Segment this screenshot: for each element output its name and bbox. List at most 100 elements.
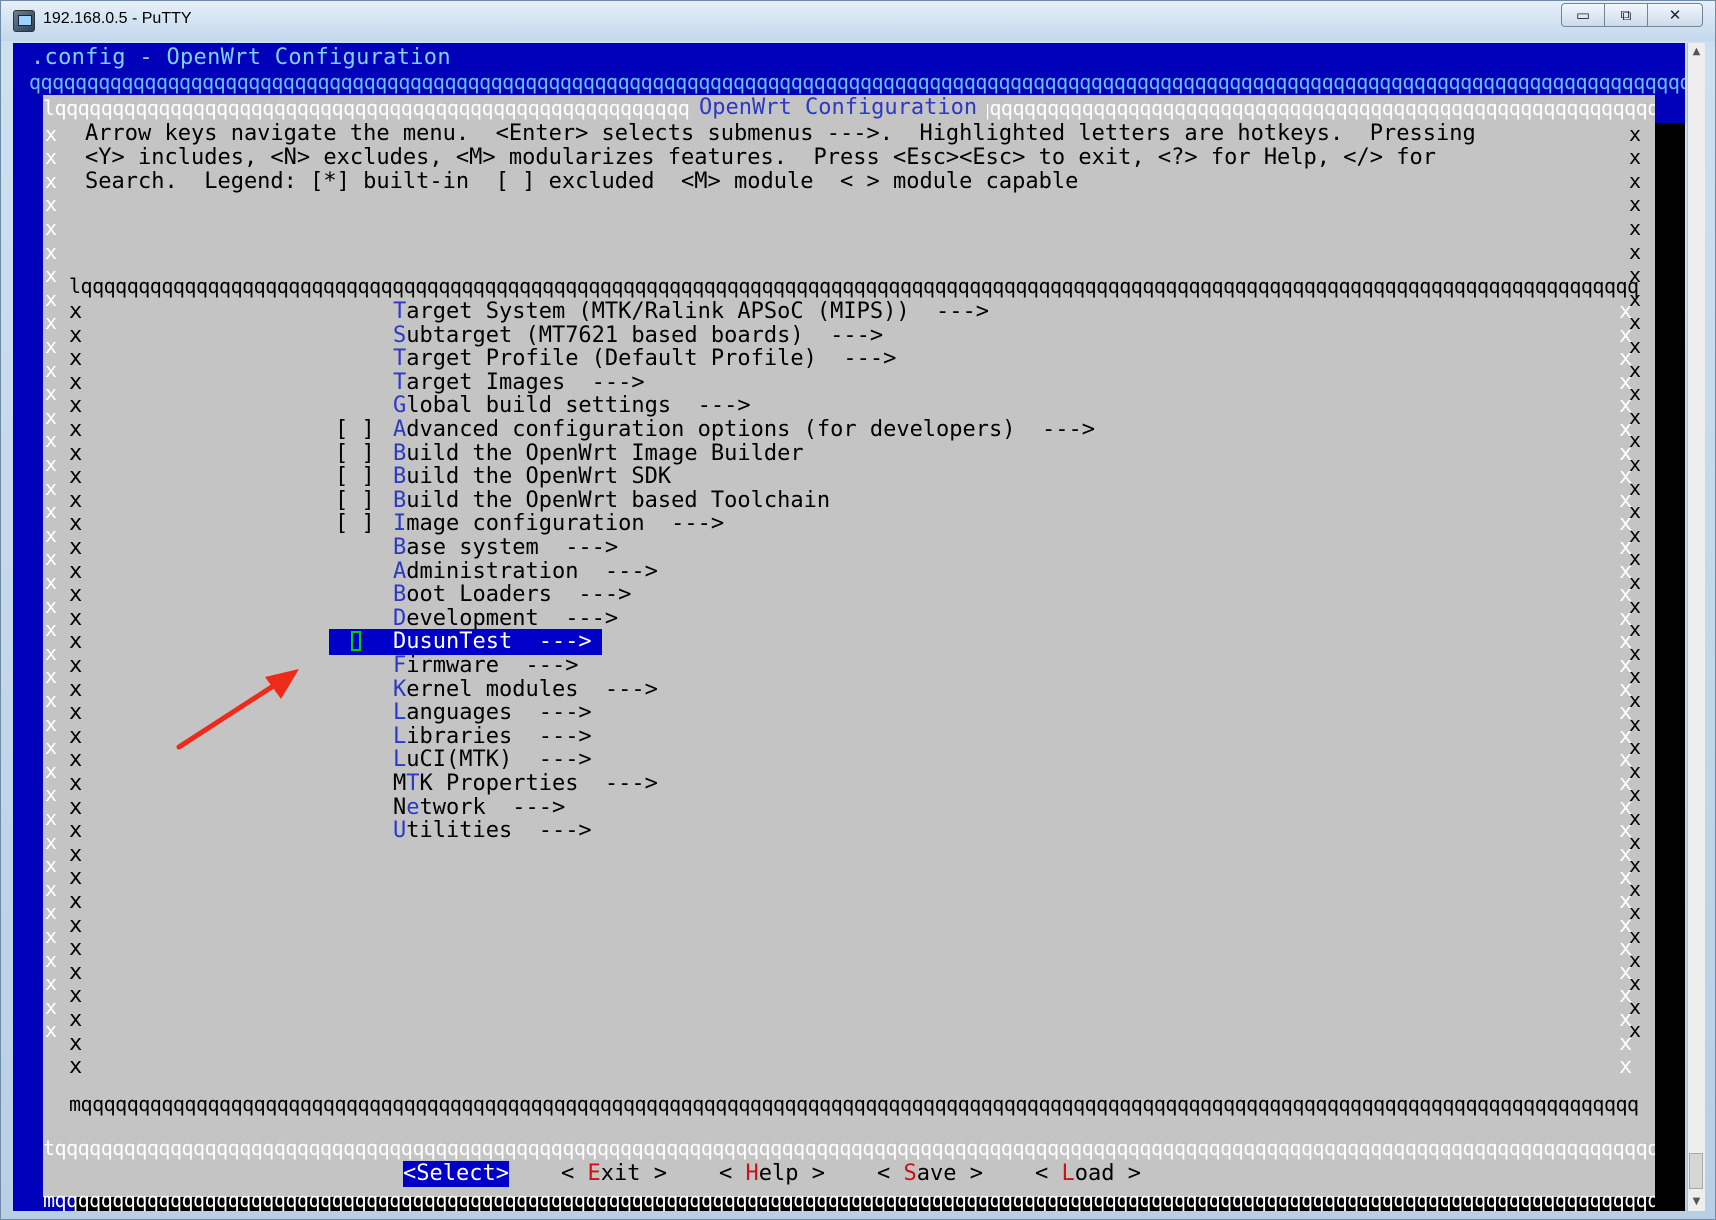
menu-item[interactable]: Global build settings --->	[393, 393, 751, 419]
menu-border-x: x	[69, 605, 83, 631]
menu-item[interactable]: Boot Loaders --->	[393, 582, 631, 608]
border-x: x	[45, 404, 58, 429]
help-button[interactable]: < Help >	[719, 1161, 825, 1187]
hotkey-letter: I	[393, 511, 407, 537]
menu-item-label: arget System (MTK/Ralink APSoC (MIPS)) -…	[406, 299, 990, 324]
menu-item[interactable]: Administration --->	[393, 559, 658, 585]
checkbox[interactable]: [ ]	[335, 441, 375, 467]
menu-item[interactable]: Base system --->	[393, 535, 618, 561]
menu-border-x: x	[69, 464, 83, 490]
hotkey-letter: A	[393, 417, 407, 442]
menu-item[interactable]: Target Images --->	[393, 370, 645, 396]
border-x: x	[45, 640, 58, 665]
border-x: x	[1629, 617, 1642, 642]
button-bracket: >	[495, 1161, 509, 1186]
menu-border-x: x	[69, 393, 83, 419]
menu-border-x: x	[69, 558, 83, 584]
menu-item-label: ubtarget (MT7621 based boards) --->	[406, 322, 884, 348]
exit-button[interactable]: < Exit >	[561, 1161, 667, 1187]
menu-item-label: uCI(MTK) --->	[406, 747, 592, 773]
hotkey-letter: L	[393, 747, 407, 773]
save-button[interactable]: < Save >	[877, 1161, 983, 1187]
putty-app-icon[interactable]	[13, 10, 35, 32]
menu-item-label: dvanced configuration options (for devel…	[406, 417, 1095, 442]
menu-item[interactable]: Build the OpenWrt SDK	[393, 464, 671, 490]
scroll-thumb[interactable]	[1689, 1153, 1703, 1189]
menu-border-x: x	[69, 440, 83, 466]
checkbox[interactable]: [ ]	[335, 488, 375, 514]
menu-item[interactable]: Target System (MTK/Ralink APSoC (MIPS)) …	[393, 299, 989, 325]
hotkey-letter: B	[393, 464, 407, 490]
border-x: x	[45, 664, 58, 689]
title-bar[interactable]: 192.168.0.5 - PuTTY ▭ ⧉ ✕	[1, 1, 1715, 41]
menu-item[interactable]: Kernel modules --->	[393, 677, 658, 703]
menu-item-label: twork --->	[419, 794, 566, 820]
minimize-button[interactable]: ▭	[1561, 3, 1605, 27]
menu-item-label: tilities --->	[406, 818, 592, 844]
menu-item-label: anguages --->	[406, 700, 592, 726]
hotkey-letter: B	[393, 535, 407, 560]
border-x: x	[45, 428, 58, 453]
checkbox[interactable]: [ ]	[335, 464, 375, 490]
hotkey-letter: B	[393, 440, 407, 466]
menu-border-x: x	[69, 723, 83, 749]
hotkey-letter: S	[393, 322, 407, 348]
menu-item[interactable]: Languages --->	[393, 700, 592, 726]
menu-item[interactable]: DusunTest --->	[393, 629, 592, 655]
border-x: x	[1629, 758, 1642, 783]
menu-border-x: x	[69, 299, 83, 324]
button-bracket: >	[956, 1161, 983, 1186]
border-x: x	[45, 239, 58, 264]
menu-item[interactable]: Firmware --->	[393, 653, 578, 679]
button-label: oad	[1074, 1161, 1115, 1186]
vertical-scrollbar[interactable]: ▲ ▼	[1687, 43, 1705, 1211]
border-x: x	[1629, 546, 1642, 571]
menu-item[interactable]: Advanced configuration options (for deve…	[393, 417, 1095, 443]
menu-item-label: ernel modules --->	[406, 676, 658, 702]
menu-item[interactable]: Build the OpenWrt Image Builder	[393, 441, 804, 467]
text-cursor	[351, 631, 361, 652]
menu-item[interactable]: MTK Properties --->	[393, 771, 658, 797]
menu-item[interactable]: Utilities --->	[393, 818, 592, 844]
close-button[interactable]: ✕	[1647, 3, 1703, 27]
border-x: x	[1629, 782, 1642, 807]
border-x: x	[45, 1018, 58, 1043]
menu-border-x: x	[69, 346, 83, 372]
menu-item[interactable]: LuCI(MTK) --->	[393, 747, 592, 773]
menu-border-x: x	[69, 747, 83, 773]
checkbox[interactable]: [ ]	[335, 511, 375, 537]
menu-border-x: x	[69, 487, 83, 513]
menu-item[interactable]: Libraries --->	[393, 724, 592, 750]
menu-border-x: x	[69, 936, 83, 962]
border-x: x	[1629, 947, 1642, 972]
menu-item[interactable]: Build the OpenWrt based Toolchain	[393, 488, 830, 514]
scroll-up-arrow-icon[interactable]: ▲	[1688, 43, 1705, 61]
border-x: x	[1629, 334, 1642, 358]
border-x: x	[1629, 924, 1642, 948]
select-button[interactable]: <Select>	[403, 1161, 509, 1187]
menu-item[interactable]: Target Profile (Default Profile) --->	[393, 346, 896, 372]
menu-item-label: irmware --->	[406, 653, 579, 678]
menu-item[interactable]: Image configuration --->	[393, 511, 724, 537]
menu-border-x: x	[69, 1007, 83, 1032]
terminal-screen[interactable]: .config - OpenWrt Configuration qqqqqqqq…	[13, 43, 1685, 1211]
border-x: x	[45, 876, 58, 901]
checkbox[interactable]: [ ]	[335, 417, 375, 443]
load-button[interactable]: < Load >	[1035, 1161, 1141, 1187]
border-x: x	[45, 806, 58, 830]
scroll-down-arrow-icon[interactable]: ▼	[1688, 1193, 1705, 1211]
menu-item[interactable]: Network --->	[393, 795, 565, 821]
border-x: x	[1629, 263, 1642, 288]
border-x: x	[45, 475, 58, 500]
button-hotkey: L	[1061, 1161, 1075, 1186]
menu-item-label: uild the OpenWrt based Toolchain	[406, 487, 831, 513]
hotkey-letter: T	[406, 771, 420, 796]
border-x: x	[45, 357, 58, 382]
menu-item[interactable]: Development --->	[393, 606, 618, 632]
border-x: x	[45, 924, 58, 948]
menu-border-x: x	[69, 582, 83, 608]
putty-window: 192.168.0.5 - PuTTY ▭ ⧉ ✕ .config - Open…	[0, 0, 1716, 1220]
border-x: x	[1629, 570, 1642, 594]
menu-item[interactable]: Subtarget (MT7621 based boards) --->	[393, 323, 883, 349]
maximize-button[interactable]: ⧉	[1604, 3, 1648, 27]
